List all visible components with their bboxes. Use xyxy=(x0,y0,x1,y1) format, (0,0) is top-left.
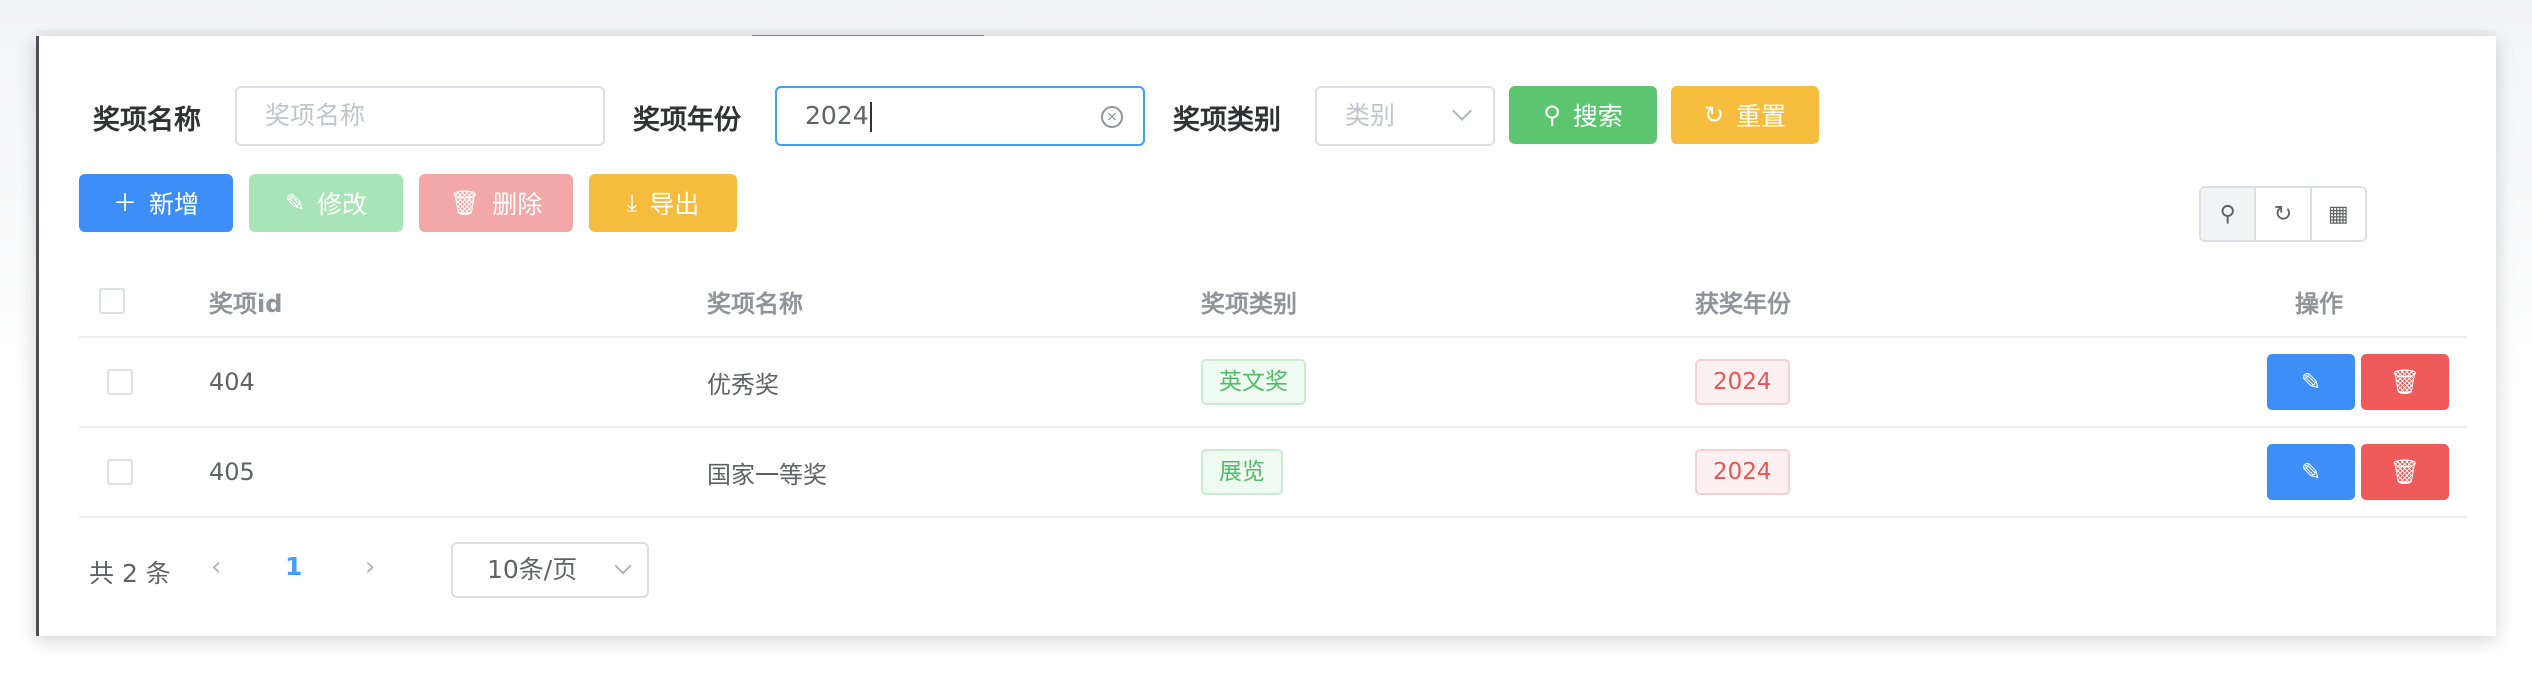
edit-button-label: 修改 xyxy=(317,190,368,219)
cell-category: 英文奖 xyxy=(1201,338,1306,426)
cell-id: 404 xyxy=(209,368,255,396)
reset-button[interactable]: ↻ 重置 xyxy=(1671,86,1819,144)
column-header-actions: 操作 xyxy=(2295,289,2343,318)
refresh-icon: ↻ xyxy=(1703,101,1725,129)
chevron-left-icon[interactable]: ‹ xyxy=(211,552,221,582)
row-checkbox[interactable] xyxy=(107,459,133,485)
award-year-label: 奖项年份 xyxy=(633,105,741,136)
award-name-placeholder: 奖项名称 xyxy=(265,101,366,130)
chevron-down-icon xyxy=(614,557,632,575)
edit-icon: ✎ xyxy=(284,189,306,217)
year-tag: 2024 xyxy=(1695,359,1790,405)
award-category-placeholder: 类别 xyxy=(1345,101,1396,130)
add-button-label: 新增 xyxy=(148,190,199,219)
row-edit-button[interactable]: ✎ xyxy=(2267,354,2355,410)
category-tag: 英文奖 xyxy=(1201,359,1306,405)
action-toolbar: ＋ 新增 ✎ 修改 🗑 删除 ⤓ 导出 xyxy=(39,174,2496,234)
search-form: 奖项名称 奖项名称 奖项年份 2024 × 奖项类别 类别 ⚲ 搜索 ↻ 重置 xyxy=(39,86,2496,146)
column-header-year[interactable]: 获奖年份 xyxy=(1695,266,1791,336)
text-caret xyxy=(869,102,872,132)
row-checkbox-cell xyxy=(107,428,133,516)
cell-name: 国家一等奖 xyxy=(707,460,827,489)
select-all-checkbox[interactable] xyxy=(99,288,125,314)
cell-name: 优秀奖 xyxy=(707,370,779,399)
trash-icon: 🗑 xyxy=(449,189,481,217)
chevron-down-icon xyxy=(1452,101,1472,121)
edit-button[interactable]: ✎ 修改 xyxy=(249,174,403,232)
reset-button-label: 重置 xyxy=(1736,102,1787,131)
trash-icon: 🗑 xyxy=(2389,458,2421,486)
column-header-name[interactable]: 奖项名称 xyxy=(707,266,803,336)
pagination-total: 共 2 条 xyxy=(89,559,171,588)
delete-button[interactable]: 🗑 删除 xyxy=(419,174,573,232)
chevron-right-icon[interactable]: › xyxy=(365,552,375,582)
refresh-icon[interactable]: ↻ xyxy=(2256,188,2312,240)
column-header-category[interactable]: 奖项类别 xyxy=(1201,266,1297,336)
column-header-id[interactable]: 奖项id xyxy=(209,266,282,336)
award-year-input[interactable]: 2024 × xyxy=(775,86,1145,146)
row-checkbox-cell xyxy=(107,338,133,426)
award-year-value: 2024 xyxy=(805,101,869,130)
search-button[interactable]: ⚲ 搜索 xyxy=(1509,86,1657,144)
cell-id: 405 xyxy=(209,458,255,486)
table-row: 405 国家一等奖 展览 2024 ✎ 🗑 xyxy=(79,428,2467,518)
add-button[interactable]: ＋ 新增 xyxy=(79,174,233,232)
export-button[interactable]: ⤓ 导出 xyxy=(589,174,737,232)
delete-button-label: 删除 xyxy=(492,190,543,219)
edit-icon: ✎ xyxy=(2300,368,2322,396)
category-tag: 展览 xyxy=(1201,449,1283,495)
clear-icon[interactable]: × xyxy=(1101,106,1123,128)
table-row: 404 优秀奖 英文奖 2024 ✎ 🗑 xyxy=(79,338,2467,428)
award-list-panel: 奖项名称 奖项名称 奖项年份 2024 × 奖项类别 类别 ⚲ 搜索 ↻ 重置 xyxy=(36,36,2496,636)
table-header: 奖项id 奖项名称 奖项类别 获奖年份 操作 xyxy=(79,266,2467,338)
download-icon: ⤓ xyxy=(626,189,638,217)
award-name-input[interactable]: 奖项名称 xyxy=(235,86,605,146)
row-delete-button[interactable]: 🗑 xyxy=(2361,354,2449,410)
award-table: 奖项id 奖项名称 奖项类别 获奖年份 操作 404 优秀奖 英文奖 2024 xyxy=(79,266,2467,518)
plus-icon: ＋ xyxy=(112,189,137,217)
select-all-cell xyxy=(99,266,125,336)
year-tag: 2024 xyxy=(1695,449,1790,495)
award-category-select[interactable]: 类别 xyxy=(1315,86,1495,146)
page-size-select[interactable]: 10条/页 xyxy=(451,542,649,598)
page: 奖项名称 奖项名称 奖项年份 2024 × 奖项类别 类别 ⚲ 搜索 ↻ 重置 xyxy=(0,0,2532,674)
row-edit-button[interactable]: ✎ xyxy=(2267,444,2355,500)
row-checkbox[interactable] xyxy=(107,369,133,395)
cell-year: 2024 xyxy=(1695,428,1790,516)
row-delete-button[interactable]: 🗑 xyxy=(2361,444,2449,500)
cell-category: 展览 xyxy=(1201,428,1283,516)
table-tools: ⚲ ↻ ▦ xyxy=(2199,186,2367,242)
pagination: 共 2 条 ‹ 1 › 10条/页 xyxy=(89,542,689,598)
award-category-label: 奖项类别 xyxy=(1173,105,1281,136)
cell-year: 2024 xyxy=(1695,338,1790,426)
export-button-label: 导出 xyxy=(649,190,700,219)
page-size-value: 10条/页 xyxy=(487,555,578,584)
award-name-label: 奖项名称 xyxy=(93,105,201,136)
search-button-label: 搜索 xyxy=(1572,102,1623,131)
edit-icon: ✎ xyxy=(2300,458,2322,486)
search-icon: ⚲ xyxy=(1543,101,1561,129)
grid-icon[interactable]: ▦ xyxy=(2311,188,2365,240)
trash-icon: 🗑 xyxy=(2389,368,2421,396)
page-number-current[interactable]: 1 xyxy=(285,552,302,581)
search-icon[interactable]: ⚲ xyxy=(2201,188,2257,240)
